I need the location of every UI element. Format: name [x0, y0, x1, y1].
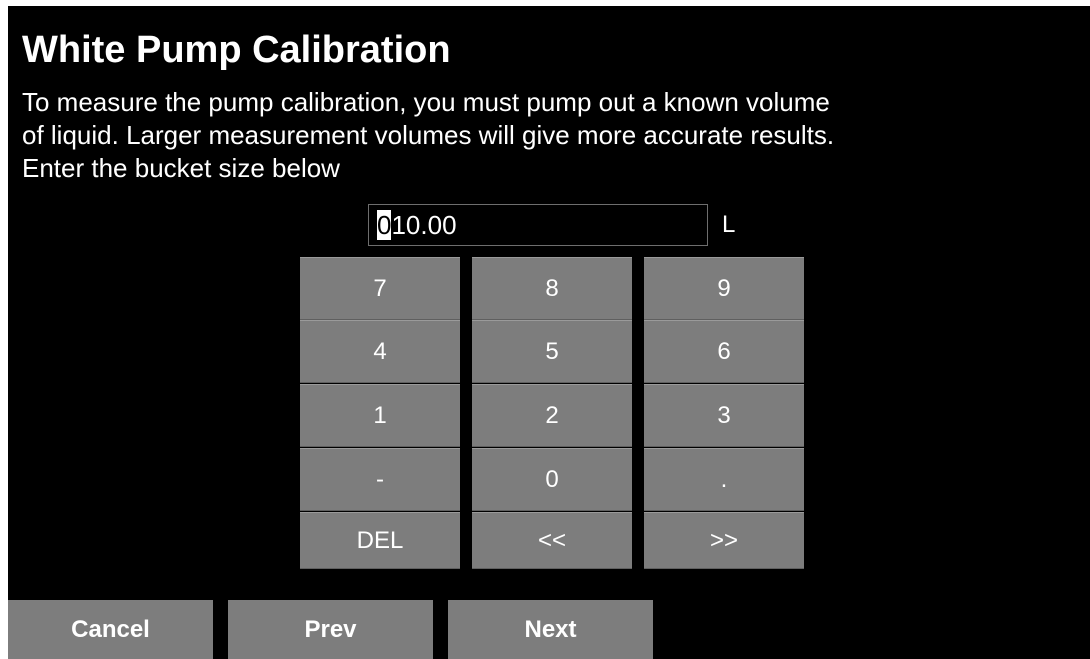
cursor-right-button[interactable]: >> [644, 512, 804, 569]
key-6[interactable]: 6 [644, 320, 804, 383]
key-3[interactable]: 3 [644, 384, 804, 447]
text-cursor: 0 [377, 210, 392, 240]
prev-button[interactable]: Prev [228, 600, 433, 659]
key-2[interactable]: 2 [472, 384, 632, 447]
bucket-size-value: 10.00 [391, 210, 457, 240]
key-8[interactable]: 8 [472, 257, 632, 320]
key-decimal[interactable]: . [644, 448, 804, 511]
key-1[interactable]: 1 [300, 384, 460, 447]
calibration-screen: White Pump Calibration To measure the pu… [8, 6, 1090, 659]
delete-button[interactable]: DEL [300, 512, 460, 569]
instructions-text: To measure the pump calibration, you mus… [22, 86, 1082, 185]
page-title: White Pump Calibration [22, 29, 451, 71]
bucket-size-input[interactable]: 010.00 [368, 204, 708, 246]
key-0[interactable]: 0 [472, 448, 632, 511]
cursor-left-button[interactable]: << [472, 512, 632, 569]
key-9[interactable]: 9 [644, 257, 804, 320]
key-5[interactable]: 5 [472, 320, 632, 383]
instructions-line: To measure the pump calibration, you mus… [22, 87, 830, 117]
unit-label: L [722, 211, 736, 238]
key-7[interactable]: 7 [300, 257, 460, 320]
cancel-button[interactable]: Cancel [8, 600, 213, 659]
key-minus[interactable]: - [300, 448, 460, 511]
next-button[interactable]: Next [448, 600, 653, 659]
instructions-line: of liquid. Larger measurement volumes wi… [22, 120, 835, 150]
numeric-keypad: 7 8 9 4 5 6 1 2 3 - 0 . DEL << >> [300, 257, 804, 569]
key-4[interactable]: 4 [300, 320, 460, 383]
instructions-line: Enter the bucket size below [22, 153, 340, 183]
